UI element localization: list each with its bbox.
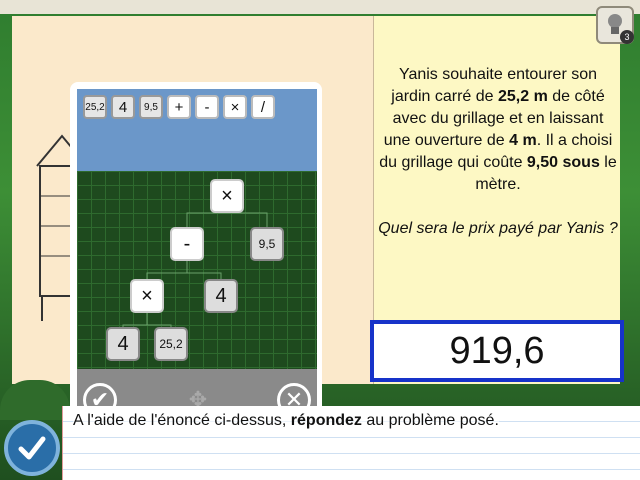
tree-node-9-5[interactable]: 9,5	[250, 227, 284, 261]
tree-node-4a[interactable]: 4	[204, 279, 238, 313]
token-bar: 25,2 4 9,5 + - × /	[77, 89, 317, 171]
hint-button[interactable]: 3	[596, 6, 634, 44]
token-4[interactable]: 4	[111, 95, 135, 119]
expression-grid: × - 9,5 × 4 4 25,2	[77, 171, 317, 369]
token-plus[interactable]: +	[167, 95, 191, 119]
tree-node-25-2[interactable]: 25,2	[154, 327, 188, 361]
problem-statement: Yanis souhaite entourer son jardin carré…	[379, 66, 617, 193]
calculator-panel: 25,2 4 9,5 + - × / × - 9,5 × 4 4 25,2 ✔ …	[70, 82, 322, 438]
validate-button[interactable]	[4, 420, 60, 476]
tree-node-times-root[interactable]: ×	[210, 179, 244, 213]
top-strip	[0, 0, 640, 14]
token-minus[interactable]: -	[195, 95, 219, 119]
hint-count-badge: 3	[620, 30, 634, 44]
tree-node-times[interactable]: ×	[130, 279, 164, 313]
instruction-text: A l'aide de l'énoncé ci-dessus, répondez…	[73, 412, 499, 430]
instruction-panel: A l'aide de l'énoncé ci-dessus, répondez…	[62, 406, 640, 480]
tree-node-minus[interactable]: -	[170, 227, 204, 261]
problem-question: Quel sera le prix payé par Yanis ?	[378, 220, 618, 237]
tree-node-4b[interactable]: 4	[106, 327, 140, 361]
token-9-5[interactable]: 9,5	[139, 95, 163, 119]
answer-field[interactable]: 919,6	[370, 320, 624, 382]
token-25-2[interactable]: 25,2	[83, 95, 107, 119]
token-divide[interactable]: /	[251, 95, 275, 119]
check-icon	[18, 436, 46, 460]
token-times[interactable]: ×	[223, 95, 247, 119]
